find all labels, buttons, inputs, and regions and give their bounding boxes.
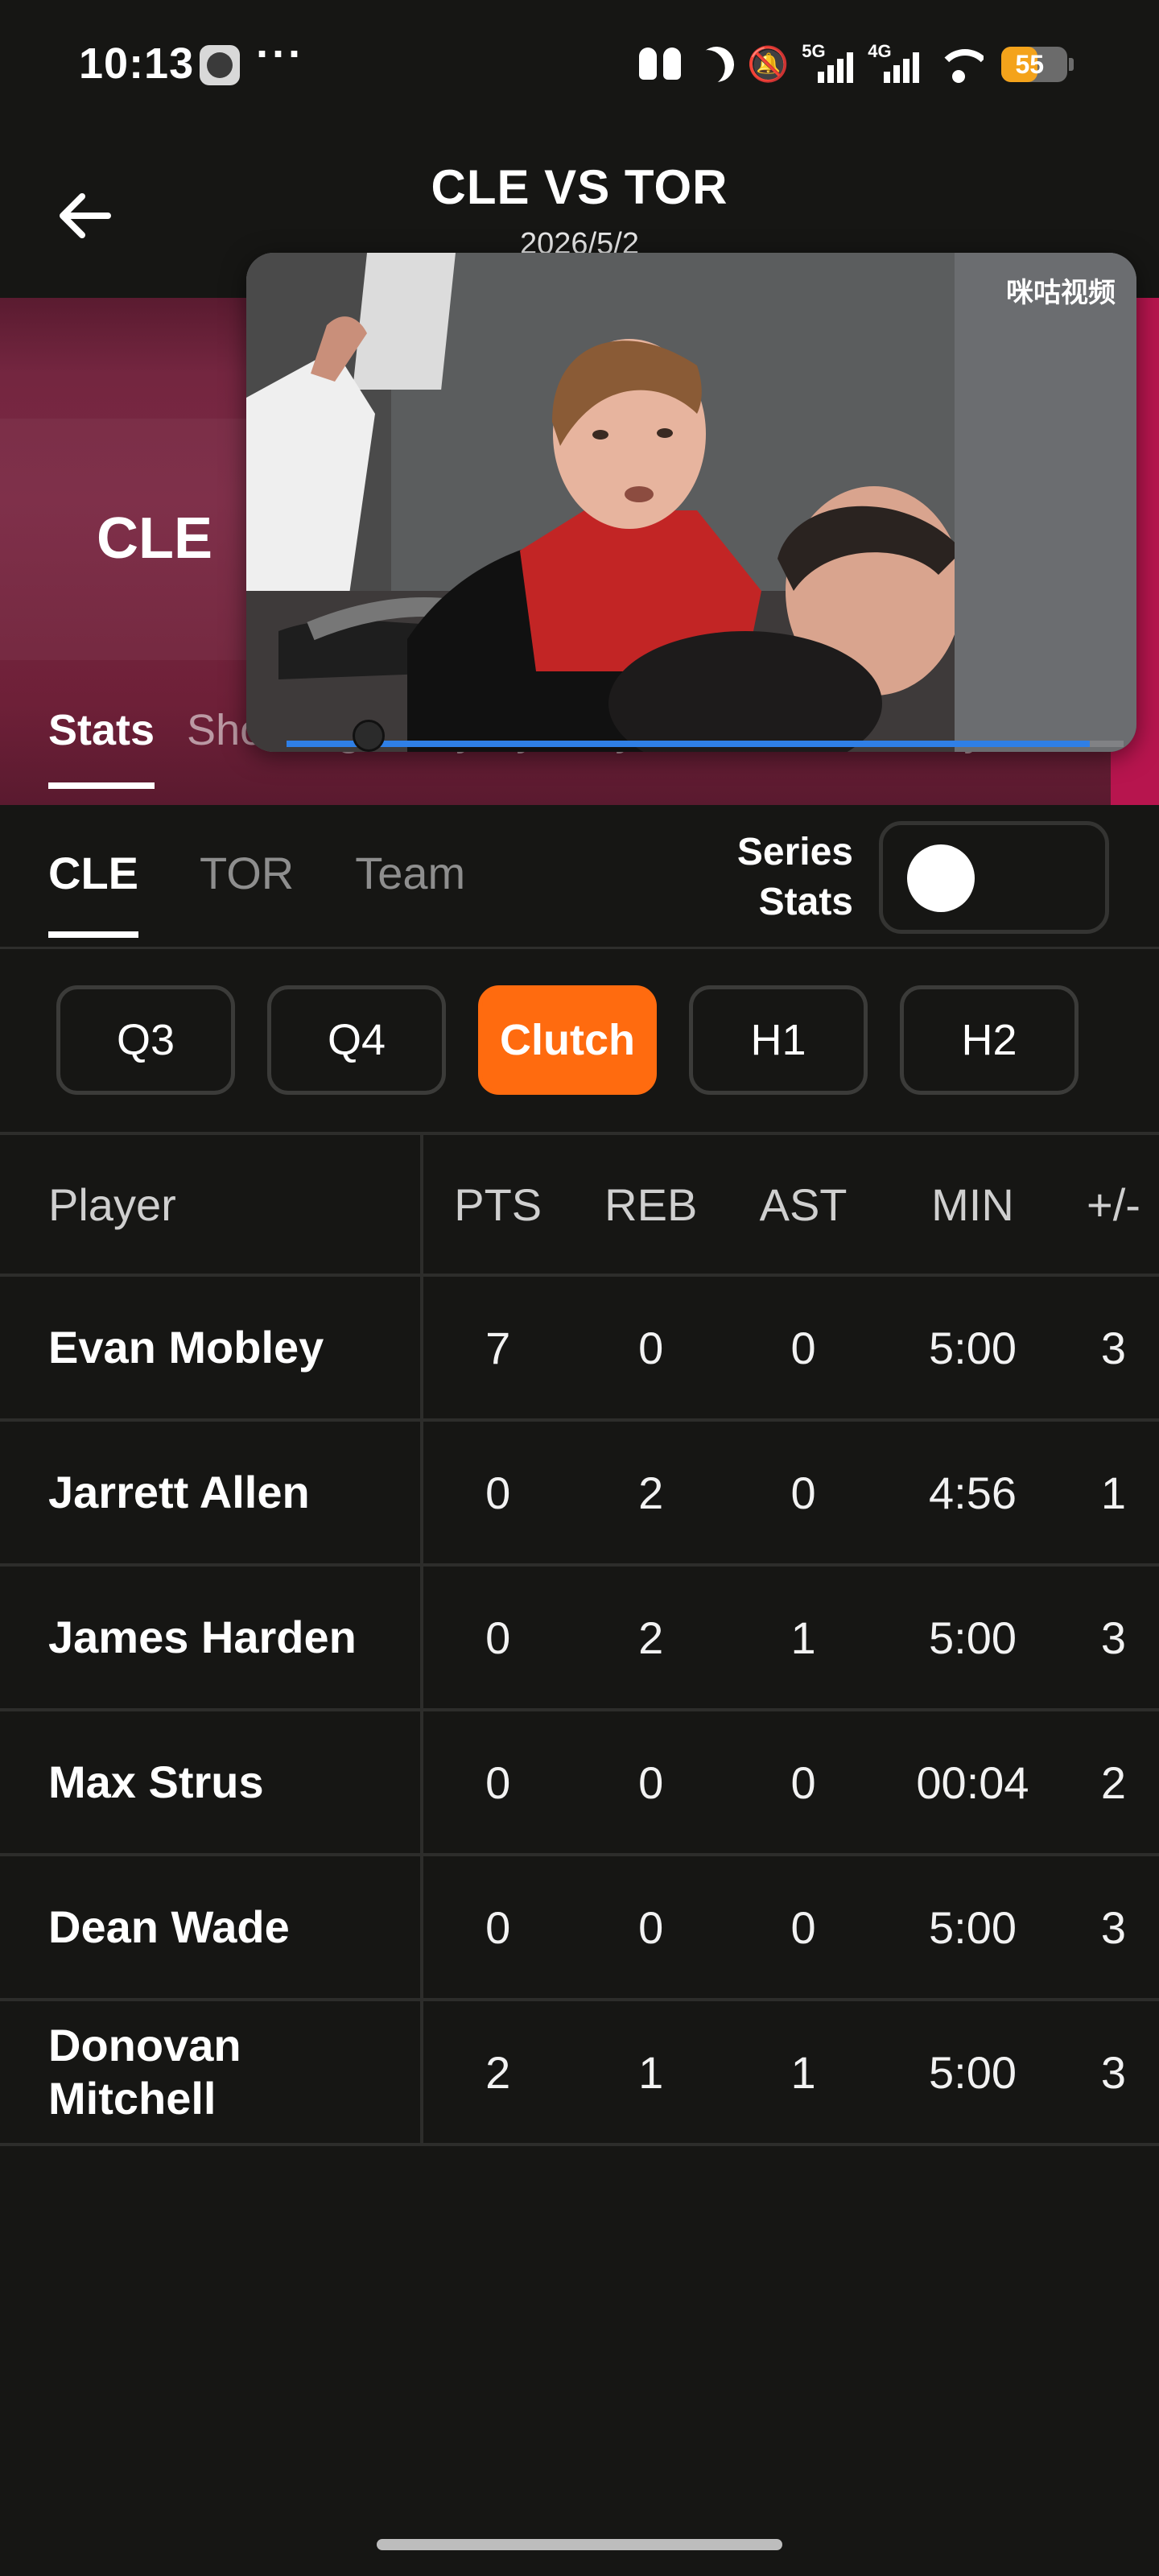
cell-min: 4:56	[877, 1418, 1068, 1565]
table-row[interactable]: Evan Mobley 7 0 0 5:00 3	[0, 1274, 1159, 1420]
period-chip-q3[interactable]: Q3	[56, 985, 235, 1095]
match-date: 2026/5/2	[520, 227, 639, 254]
cell-ast: 0	[729, 1853, 878, 2000]
cell-ast: 0	[729, 1274, 878, 1420]
player-name[interactable]: Jarrett Allen	[0, 1418, 423, 1565]
wifi-icon	[934, 44, 984, 85]
cell-plus-minus: 3	[1067, 1853, 1159, 2000]
clock-app-icon	[200, 45, 240, 85]
cell-min: 5:00	[877, 1853, 1068, 2000]
signal-icon: 4G	[868, 41, 921, 85]
table-header-row: Player PTS REB AST MIN +/-	[0, 1132, 1159, 1275]
bell-muted-icon: 🔕	[747, 45, 790, 83]
home-indicator[interactable]	[377, 2539, 782, 2550]
banner-team-name: CLE	[97, 506, 212, 571]
column-header-plus-minus[interactable]: +/-	[1067, 1132, 1159, 1275]
moon-icon	[694, 42, 739, 87]
cell-reb: 0	[572, 1708, 730, 1855]
series-stats-toggle[interactable]	[879, 821, 1109, 934]
column-header-min[interactable]: MIN	[877, 1132, 1068, 1275]
cell-plus-minus: 1	[1067, 1418, 1159, 1565]
cell-reb: 0	[572, 1853, 730, 2000]
player-name[interactable]: James Harden	[0, 1563, 423, 1710]
back-button[interactable]	[52, 182, 119, 250]
signal-icon: 5G	[802, 41, 855, 85]
table-row[interactable]: Donovan Mitchell 2 1 1 5:00 3	[0, 1998, 1159, 2146]
sub-tab-team[interactable]: Team	[355, 847, 465, 938]
floating-video-player[interactable]: 咪咕视频	[246, 253, 1136, 752]
column-header-ast[interactable]: AST	[729, 1132, 878, 1275]
player-stats-table: Player PTS REB AST MIN +/- Evan Mobley 7…	[0, 1132, 1159, 2146]
cell-pts: 0	[422, 1853, 573, 2000]
cell-min: 5:00	[877, 1563, 1068, 1710]
cell-plus-minus: 3	[1067, 1274, 1159, 1420]
video-progress-bar[interactable]	[287, 741, 1124, 747]
toggle-knob	[907, 844, 975, 912]
page-title: CLE VS TOR	[431, 160, 728, 214]
period-chips: Q3 Q4 Clutch H1 H2	[56, 985, 1079, 1095]
status-time: 10:13	[79, 39, 195, 88]
team-sub-tabs: CLE TOR Team	[48, 847, 465, 938]
cell-ast: 0	[729, 1708, 878, 1855]
cell-ast: 1	[729, 1998, 878, 2146]
cell-ast: 0	[729, 1418, 878, 1565]
cell-pts: 0	[422, 1418, 573, 1565]
cell-reb: 2	[572, 1418, 730, 1565]
period-chip-clutch[interactable]: Clutch	[478, 985, 657, 1095]
column-header-pts[interactable]: PTS	[422, 1132, 573, 1275]
cell-plus-minus: 2	[1067, 1708, 1159, 1855]
tab-stats[interactable]: Stats	[48, 705, 155, 789]
video-watermark: 咪咕视频	[1006, 278, 1116, 308]
video-progress-fill	[287, 741, 1091, 747]
player-name[interactable]: Evan Mobley	[0, 1274, 423, 1420]
video-frame	[246, 253, 1136, 752]
cell-ast: 1	[729, 1563, 878, 1710]
series-stats-label: Series Stats	[736, 831, 853, 923]
player-name[interactable]: Max Strus	[0, 1708, 423, 1855]
column-header-player[interactable]: Player	[0, 1132, 423, 1275]
player-name[interactable]: Donovan Mitchell	[0, 1998, 423, 2146]
table-row[interactable]: Dean Wade 0 0 0 5:00 3	[0, 1853, 1159, 2000]
player-name[interactable]: Dean Wade	[0, 1853, 423, 2000]
status-bar: 10:13 ··· 🔕 5G 4G 55	[0, 0, 1159, 137]
earbuds-icon	[636, 44, 686, 85]
status-icons: 🔕 5G 4G 55	[636, 40, 1074, 89]
cell-pts: 2	[422, 1998, 573, 2146]
sub-tab-tor[interactable]: TOR	[200, 847, 294, 938]
cell-reb: 2	[572, 1563, 730, 1710]
sub-tab-cle[interactable]: CLE	[48, 847, 138, 938]
battery-level: 55	[1015, 50, 1045, 79]
cell-plus-minus: 3	[1067, 1563, 1159, 1710]
cell-pts: 0	[422, 1563, 573, 1710]
period-chip-h1[interactable]: H1	[689, 985, 868, 1095]
cell-reb: 1	[572, 1998, 730, 2146]
table-row[interactable]: James Harden 0 2 1 5:00 3	[0, 1563, 1159, 1710]
period-chip-h2[interactable]: H2	[900, 985, 1079, 1095]
cell-min: 5:00	[877, 1998, 1068, 2146]
video-drag-handle[interactable]	[353, 720, 385, 752]
cell-plus-minus: 3	[1067, 1998, 1159, 2146]
cell-min: 5:00	[877, 1274, 1068, 1420]
more-notifications-icon: ···	[256, 30, 304, 78]
arrow-left-icon	[60, 193, 111, 238]
battery-icon: 55	[1001, 47, 1074, 82]
period-chip-q4[interactable]: Q4	[267, 985, 446, 1095]
table-row[interactable]: Max Strus 0 0 0 00:04 2	[0, 1708, 1159, 1855]
cell-pts: 7	[422, 1274, 573, 1420]
column-header-reb[interactable]: REB	[572, 1132, 730, 1275]
divider	[0, 947, 1159, 949]
table-row[interactable]: Jarrett Allen 0 2 0 4:56 1	[0, 1418, 1159, 1565]
cell-pts: 0	[422, 1708, 573, 1855]
cell-min: 00:04	[877, 1708, 1068, 1855]
cell-reb: 0	[572, 1274, 730, 1420]
